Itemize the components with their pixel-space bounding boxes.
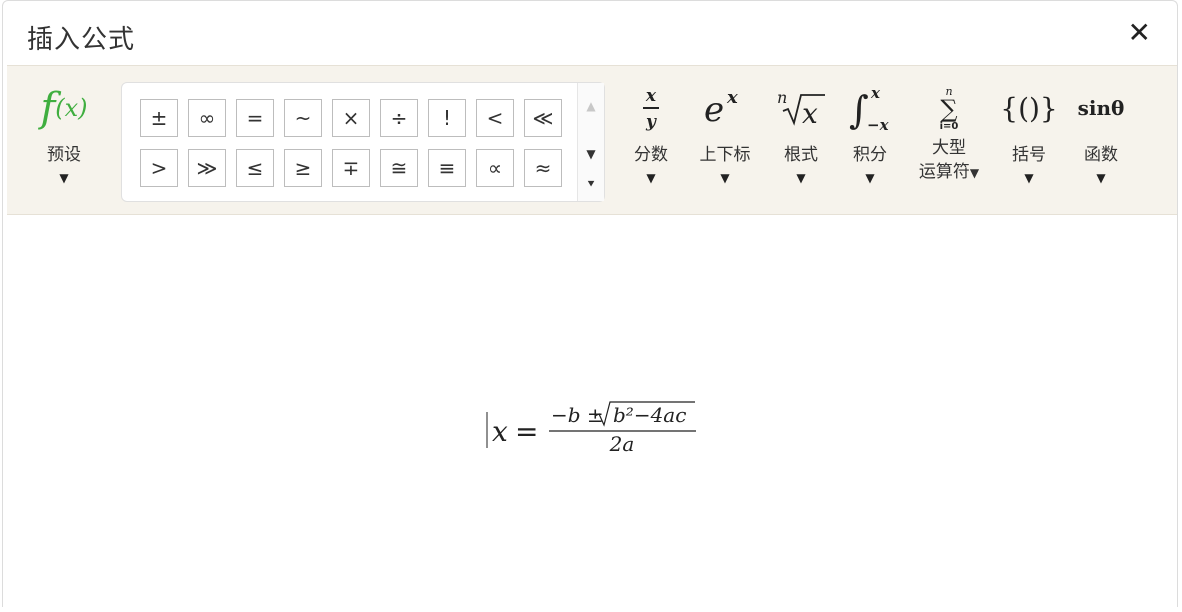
chevron-down-icon: ▼ (1024, 171, 1034, 185)
formula-toolbar: f (x) 预设 ▼ ± ∞ = ~ × ÷ ! < ≪ > ≫ ≤ ≥ ∓ ≅ … (7, 65, 1177, 215)
large-operator-button[interactable]: n ∑ i=0 大型 运算符▼ (909, 82, 989, 185)
scroll-down-icon[interactable]: ▼ (578, 147, 604, 161)
bracket-label: 括号 (1012, 145, 1046, 165)
svg-text:i=0: i=0 (940, 121, 959, 132)
script-button[interactable]: e x 上下标 ▼ (691, 82, 759, 185)
symbol-much-greater-than[interactable]: ≫ (188, 149, 226, 187)
brackets-icon: {()} (1000, 91, 1058, 125)
symbol-greater-equal[interactable]: ≥ (284, 149, 322, 187)
fraction-icon: x y (623, 82, 679, 134)
palette-scrollbar[interactable]: ▲ ▼ ⯆ (577, 83, 604, 201)
fraction-button[interactable]: x y 分数 ▼ (623, 82, 679, 185)
large-operator-label-line1: 大型 (932, 138, 966, 158)
large-operator-label: 大型 运算符▼ (909, 136, 989, 185)
symbol-less-equal[interactable]: ≤ (236, 149, 274, 187)
svg-text:∫: ∫ (849, 88, 869, 132)
summation-icon: n ∑ i=0 (909, 82, 989, 134)
symbol-much-less-than[interactable]: ≪ (524, 99, 562, 137)
function-button[interactable]: sinθ 函数 ▼ (1071, 82, 1131, 185)
svg-text:y: y (645, 112, 657, 132)
formula-equals: = (515, 415, 538, 448)
symbol-minus-plus[interactable]: ∓ (332, 149, 370, 187)
insert-formula-dialog: 插入公式 ✕ f (x) 预设 ▼ ± ∞ = ~ × ÷ ! < ≪ > ≫ ≤… (2, 0, 1178, 607)
scroll-up-icon[interactable]: ▲ (578, 99, 604, 113)
symbol-infinity[interactable]: ∞ (188, 99, 226, 137)
expand-palette-icon[interactable]: ⯆ (578, 177, 604, 192)
symbol-tilde[interactable]: ~ (284, 99, 322, 137)
svg-text:−x: −x (867, 116, 890, 133)
symbol-plus-minus[interactable]: ± (140, 99, 178, 137)
sine-function-icon: sinθ (1077, 96, 1125, 120)
symbol-congruent[interactable]: ≅ (380, 149, 418, 187)
chevron-down-icon: ▼ (59, 171, 69, 185)
large-operator-label-line2: 运算符▼ (918, 162, 980, 182)
symbol-divide[interactable]: ÷ (380, 99, 418, 137)
svg-text:x: x (802, 97, 818, 130)
radical-icon: n x (771, 82, 831, 134)
integral-button[interactable]: ∫ x −x 积分 ▼ (841, 82, 899, 185)
function-fx-icon: f (x) (40, 85, 88, 131)
formula-editor[interactable]: x = −b ± b²−4ac 2a (7, 216, 1175, 608)
svg-text:x: x (726, 87, 738, 108)
symbol-palette: ± ∞ = ~ × ÷ ! < ≪ > ≫ ≤ ≥ ∓ ≅ ≡ ∝ ≈ ▲ ▼ … (121, 82, 605, 202)
radical-button[interactable]: n x 根式 ▼ (771, 82, 831, 185)
dialog-title: 插入公式 (27, 25, 136, 55)
symbol-equals[interactable]: = (236, 99, 274, 137)
close-icon[interactable]: ✕ (1128, 19, 1151, 47)
symbol-proportional[interactable]: ∝ (476, 149, 514, 187)
symbol-times[interactable]: × (332, 99, 370, 137)
formula-lhs: x (492, 415, 508, 448)
superscript-icon: e x (691, 82, 759, 134)
chevron-down-icon: ▼ (646, 171, 656, 185)
symbol-approx[interactable]: ≈ (524, 149, 562, 187)
fraction-label: 分数 (634, 145, 668, 165)
svg-text:x: x (870, 84, 881, 102)
integral-label: 积分 (853, 145, 887, 165)
formula-radicand: b²−4ac (613, 403, 686, 427)
chevron-down-icon: ▼ (865, 171, 875, 185)
svg-text:∑: ∑ (940, 95, 957, 123)
chevron-down-icon: ▼ (796, 171, 806, 185)
preset-label: 预设 (47, 145, 81, 165)
chevron-down-icon: ▼ (720, 171, 730, 185)
symbol-identical[interactable]: ≡ (428, 149, 466, 187)
formula-denominator: 2a (609, 432, 635, 456)
function-label: 函数 (1084, 145, 1118, 165)
integral-icon: ∫ x −x (841, 82, 899, 134)
radical-label: 根式 (784, 145, 818, 165)
preset-button[interactable]: f (x) 预设 ▼ (29, 82, 99, 185)
script-label: 上下标 (699, 145, 751, 165)
symbol-greater-than[interactable]: > (140, 149, 178, 187)
symbol-factorial[interactable]: ! (428, 99, 466, 137)
svg-text:x: x (645, 86, 657, 106)
chevron-down-icon: ▼ (1096, 171, 1106, 185)
bracket-button[interactable]: {()} 括号 ▼ (1000, 82, 1058, 186)
formula-render: x = −b ± b²−4ac 2a (486, 401, 696, 456)
svg-text:e: e (704, 90, 724, 130)
svg-text:n: n (777, 88, 787, 107)
symbol-less-than[interactable]: < (476, 99, 514, 137)
